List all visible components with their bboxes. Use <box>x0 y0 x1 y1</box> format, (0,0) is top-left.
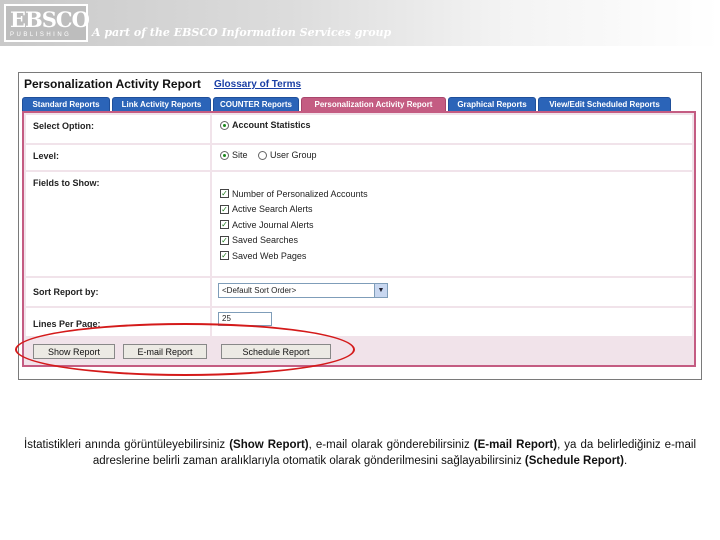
logo-subtext: PUBLISHING <box>10 32 72 38</box>
logo-text: EBSCO <box>10 7 90 32</box>
highlight-oval <box>15 323 355 376</box>
radio-icon[interactable] <box>220 150 229 160</box>
level-options: Site User Group <box>212 145 692 170</box>
level-user-group-label: User Group <box>270 150 317 160</box>
banner-tagline: A part of the EBSCO Information Services… <box>92 26 392 39</box>
tab-graphical-reports[interactable]: Graphical Reports <box>448 97 536 112</box>
checkbox-icon[interactable]: ✓ <box>220 189 229 199</box>
fields-list: ✓ Number of Personalized Accounts ✓ Acti… <box>212 172 692 276</box>
field-saved-web-pages[interactable]: ✓ Saved Web Pages <box>220 248 692 264</box>
glossary-link[interactable]: Glossary of Terms <box>214 79 301 90</box>
caption-bold: (Show Report) <box>229 439 309 451</box>
level-site-label: Site <box>232 150 248 160</box>
checkbox-icon[interactable]: ✓ <box>220 235 229 245</box>
field-active-journal-alerts[interactable]: ✓ Active Journal Alerts <box>220 217 692 233</box>
field-label: Active Search Alerts <box>232 204 313 215</box>
field-label: Number of Personalized Accounts <box>232 188 368 199</box>
radio-icon[interactable] <box>220 120 229 130</box>
header-banner: EBSCO PUBLISHING A part of the EBSCO Inf… <box>0 0 720 46</box>
checkbox-icon[interactable]: ✓ <box>220 251 229 261</box>
checkbox-icon[interactable]: ✓ <box>220 204 229 214</box>
field-personalized-accounts[interactable]: ✓ Number of Personalized Accounts <box>220 186 692 202</box>
field-saved-searches[interactable]: ✓ Saved Searches <box>220 233 692 249</box>
level-label: Level: <box>26 145 210 170</box>
caption-text: İstatistikleri anında görüntüleyebilirsi… <box>24 437 696 469</box>
tab-standard-reports[interactable]: Standard Reports <box>22 97 110 112</box>
sort-selected-value: <Default Sort Order> <box>222 286 297 295</box>
caption-bold: (Schedule Report) <box>524 455 624 467</box>
field-label: Active Journal Alerts <box>232 219 314 230</box>
account-statistics-label: Account Statistics <box>232 120 311 130</box>
radio-icon[interactable] <box>258 150 268 160</box>
chevron-down-icon[interactable]: ▼ <box>374 284 387 297</box>
level-user-group-option[interactable]: User Group <box>258 150 317 160</box>
select-option-label: Select Option: <box>26 115 210 143</box>
sort-row: Sort Report by: <Default Sort Order> ▼ <box>26 278 692 306</box>
field-label: Saved Searches <box>232 235 299 246</box>
field-label: Saved Web Pages <box>232 250 307 261</box>
caption-part: İstatistikleri anında görüntüleyebilirsi… <box>24 439 230 451</box>
checkbox-icon[interactable]: ✓ <box>220 220 229 230</box>
fields-row: Fields to Show: ✓ Number of Personalized… <box>26 172 692 276</box>
tab-counter-reports[interactable]: COUNTER Reports <box>213 97 299 112</box>
fields-label: Fields to Show: <box>26 172 210 276</box>
select-option-value: Account Statistics <box>212 115 692 143</box>
account-statistics-option[interactable]: Account Statistics <box>220 120 311 130</box>
level-row: Level: Site User Group <box>26 145 692 170</box>
level-site-option[interactable]: Site <box>220 150 248 160</box>
caption-part: , e-mail olarak gönderebilirsiniz <box>308 439 474 451</box>
tab-link-activity-reports[interactable]: Link Activity Reports <box>112 97 211 112</box>
tab-personalization-activity-report[interactable]: Personalization Activity Report <box>301 97 446 112</box>
sort-label: Sort Report by: <box>26 278 210 306</box>
tab-view-edit-scheduled-reports[interactable]: View/Edit Scheduled Reports <box>538 97 671 112</box>
page-title: Personalization Activity Report <box>24 77 201 91</box>
caption-bold: (E-mail Report) <box>473 439 558 451</box>
caption-part: . <box>623 455 628 467</box>
sort-value: <Default Sort Order> ▼ <box>212 278 692 306</box>
select-option-row: Select Option: Account Statistics <box>26 115 692 143</box>
report-tabs: Standard Reports Link Activity Reports C… <box>22 97 671 112</box>
field-active-search-alerts[interactable]: ✓ Active Search Alerts <box>220 202 692 218</box>
ebsco-logo: EBSCO PUBLISHING <box>4 4 90 42</box>
sort-select[interactable]: <Default Sort Order> ▼ <box>218 283 388 298</box>
